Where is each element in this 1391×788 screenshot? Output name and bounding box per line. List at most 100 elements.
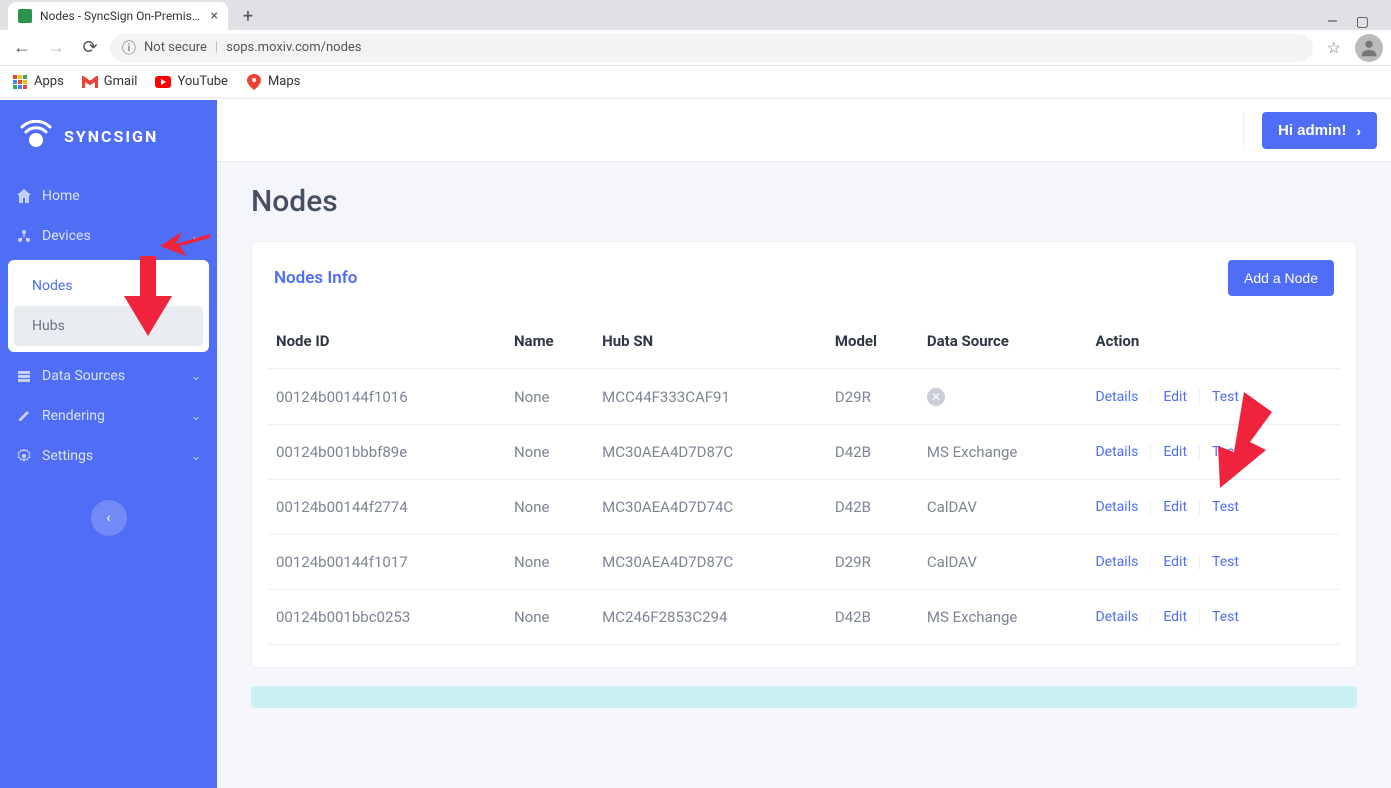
cell-data-source: CalDAV <box>919 535 1088 590</box>
bookmark-apps[interactable]: Apps <box>12 74 64 90</box>
chevron-down-icon: ⌄ <box>191 449 201 463</box>
cell-node-id: 00124b00144f1017 <box>268 535 506 590</box>
col-data-source: Data Source <box>919 314 1088 369</box>
annotation-arrow-icon <box>120 256 176 336</box>
cell-node-id: 00124b001bbc0253 <box>268 590 506 645</box>
cell-hub-sn: MCC44F333CAF91 <box>594 369 827 425</box>
sidebar-item-data-sources[interactable]: Data Sources ⌄ <box>0 356 217 396</box>
cell-hub-sn: MC246F2853C294 <box>594 590 827 645</box>
cell-name: None <box>506 590 594 645</box>
reload-button[interactable]: ⟳ <box>76 34 104 62</box>
data-source-value: MS Exchange <box>927 608 1017 626</box>
action-edit-link[interactable]: Edit <box>1151 499 1200 515</box>
browser-tab[interactable]: Nodes - SyncSign On-Premise Se × <box>8 2 228 30</box>
no-data-source-icon: ✕ <box>927 388 945 406</box>
action-test-link[interactable]: Test <box>1200 554 1239 570</box>
back-button[interactable]: ← <box>8 34 36 62</box>
action-details-link[interactable]: Details <box>1095 554 1151 570</box>
table-row: 00124b00144f1016 None MCC44F333CAF91 D29… <box>268 369 1340 425</box>
cell-model: D42B <box>827 590 919 645</box>
apps-grid-icon <box>12 74 28 90</box>
action-edit-link[interactable]: Edit <box>1151 389 1200 405</box>
data-source-value: MS Exchange <box>927 443 1017 461</box>
tab-title: Nodes - SyncSign On-Premise Se <box>40 9 203 23</box>
cell-model: D42B <box>827 425 919 480</box>
cell-name: None <box>506 480 594 535</box>
favicon-icon <box>18 9 32 23</box>
cell-node-id: 00124b00144f1016 <box>268 369 506 425</box>
cell-data-source: ✕ <box>919 369 1088 425</box>
page-title: Nodes <box>251 184 1357 219</box>
cell-node-id: 00124b001bbbf89e <box>268 425 506 480</box>
gmail-icon <box>82 74 98 90</box>
rendering-icon <box>16 408 32 424</box>
table-row: 00124b001bbc0253 None MC246F2853C294 D42… <box>268 590 1340 645</box>
action-details-link[interactable]: Details <box>1095 389 1151 405</box>
cell-model: D29R <box>827 369 919 425</box>
bookmark-star-icon[interactable]: ☆ <box>1319 38 1349 57</box>
address-bar[interactable]: ⓘ Not secure | sops.moxiv.com/nodes <box>110 34 1313 62</box>
action-details-link[interactable]: Details <box>1095 499 1151 515</box>
table-row: 00124b001bbbf89e None MC30AEA4D7D87C D42… <box>268 425 1340 480</box>
url-text: sops.moxiv.com/nodes <box>226 40 361 55</box>
sidebar-item-rendering[interactable]: Rendering ⌄ <box>0 396 217 436</box>
data-source-value: CalDAV <box>927 553 977 571</box>
info-icon: ⓘ <box>122 38 136 58</box>
gear-icon <box>16 448 32 464</box>
add-node-button[interactable]: Add a Node <box>1228 260 1334 296</box>
bookmark-gmail[interactable]: Gmail <box>82 74 138 90</box>
home-icon <box>16 188 32 204</box>
profile-avatar-button[interactable] <box>1355 34 1383 62</box>
browser-chrome: Nodes - SyncSign On-Premise Se × + — ▢ ←… <box>0 0 1391 98</box>
data-sources-icon <box>16 368 32 384</box>
cell-name: None <box>506 535 594 590</box>
action-details-link[interactable]: Details <box>1095 609 1151 625</box>
cell-data-source: MS Exchange <box>919 590 1088 645</box>
cell-model: D42B <box>827 480 919 535</box>
bookmark-maps[interactable]: Maps <box>246 74 300 90</box>
cell-action: Details Edit Test <box>1087 535 1340 590</box>
collapse-sidebar-button[interactable]: ‹ <box>91 500 127 536</box>
new-tab-button[interactable]: + <box>234 2 262 30</box>
sidebar-submenu-devices: Nodes Hubs <box>8 260 209 352</box>
cell-hub-sn: MC30AEA4D7D87C <box>594 425 827 480</box>
col-name: Name <box>506 314 594 369</box>
topbar: Hi admin! › <box>217 100 1391 162</box>
table-row: 00124b00144f1017 None MC30AEA4D7D87C D29… <box>268 535 1340 590</box>
card-title: Nodes Info <box>274 268 357 288</box>
action-edit-link[interactable]: Edit <box>1151 554 1200 570</box>
col-node-id: Node ID <box>268 314 506 369</box>
bookmark-youtube[interactable]: YouTube <box>155 74 228 90</box>
divider <box>1243 112 1244 150</box>
cell-hub-sn: MC30AEA4D7D74C <box>594 480 827 535</box>
action-edit-link[interactable]: Edit <box>1151 609 1200 625</box>
chevron-left-icon: ‹ <box>106 510 110 526</box>
action-details-link[interactable]: Details <box>1095 444 1151 460</box>
user-menu-button[interactable]: Hi admin! › <box>1262 112 1377 149</box>
sidebar-item-home[interactable]: Home <box>0 176 217 216</box>
col-action: Action <box>1087 314 1340 369</box>
brand[interactable]: SYNCSIGN <box>0 120 217 176</box>
col-hub-sn: Hub SN <box>594 314 827 369</box>
chevron-right-icon: › <box>1356 123 1361 139</box>
cell-name: None <box>506 369 594 425</box>
window-maximize-icon[interactable]: ▢ <box>1356 14 1369 30</box>
nodes-card: Nodes Info Add a Node Node ID Name Hub S… <box>251 241 1357 668</box>
security-label: Not secure <box>144 40 207 55</box>
cell-model: D29R <box>827 535 919 590</box>
cell-data-source: MS Exchange <box>919 425 1088 480</box>
chevron-down-icon: ⌄ <box>191 369 201 383</box>
sidebar-item-settings[interactable]: Settings ⌄ <box>0 436 217 476</box>
data-source-value: CalDAV <box>927 498 977 516</box>
sidebar: SYNCSIGN Home Devices ⌄ Nodes Hubs <box>0 100 217 788</box>
action-edit-link[interactable]: Edit <box>1151 444 1200 460</box>
annotation-arrow-icon <box>1200 392 1276 488</box>
table-row: 00124b00144f2774 None MC30AEA4D7D74C D42… <box>268 480 1340 535</box>
devices-icon <box>16 228 32 244</box>
close-tab-icon[interactable]: × <box>211 8 218 24</box>
action-test-link[interactable]: Test <box>1200 499 1239 515</box>
action-test-link[interactable]: Test <box>1200 609 1239 625</box>
chevron-down-icon: ⌄ <box>191 409 201 423</box>
col-model: Model <box>827 314 919 369</box>
window-minimize-icon[interactable]: — <box>1327 14 1338 30</box>
